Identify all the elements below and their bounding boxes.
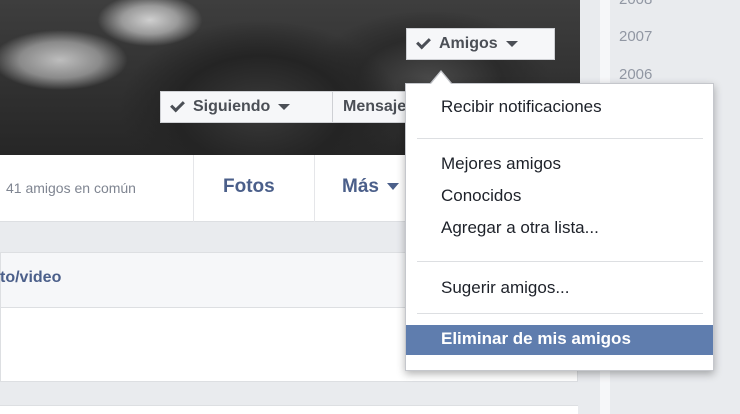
photo-video-link[interactable]: to/video <box>0 269 61 287</box>
following-button[interactable]: Siguiendo <box>160 91 333 123</box>
year-link[interactable]: 2006 <box>619 66 652 83</box>
menu-item-close-friends[interactable]: Mejores amigos <box>441 154 561 174</box>
menu-item-suggest-friends[interactable]: Sugerir amigos... <box>441 278 570 298</box>
check-icon <box>416 34 431 50</box>
tab-more-label: Más <box>342 176 379 197</box>
year-link[interactable]: 2008 <box>619 0 652 8</box>
feed-card-edge <box>0 405 578 414</box>
message-button-label: Mensaje <box>343 98 407 115</box>
chevron-down-icon <box>505 41 518 47</box>
tab-photos[interactable]: Fotos <box>223 176 275 198</box>
nav-divider <box>314 155 315 222</box>
menu-divider <box>417 138 703 139</box>
menu-item-acquaintances[interactable]: Conocidos <box>441 186 521 206</box>
menu-item-add-to-list[interactable]: Agregar a otra lista... <box>441 218 599 238</box>
friends-button-label: Amigos <box>439 35 498 52</box>
menu-pointer-fill <box>431 72 451 84</box>
message-button[interactable]: Mensaje <box>332 91 410 123</box>
following-button-label: Siguiendo <box>193 98 271 115</box>
nav-divider <box>193 155 194 222</box>
menu-divider <box>417 261 703 262</box>
menu-item-unfriend-label: Eliminar de mis amigos <box>441 329 631 348</box>
menu-divider <box>417 313 703 314</box>
menu-item-get-notifications[interactable]: Recibir notificaciones <box>441 97 602 117</box>
year-link[interactable]: 2007 <box>619 28 652 45</box>
chevron-down-icon <box>278 104 291 110</box>
mutual-friends-count[interactable]: 41 amigos en común <box>6 180 136 196</box>
friends-button[interactable]: Amigos <box>406 28 555 60</box>
chevron-down-icon <box>386 183 399 191</box>
check-icon <box>170 97 185 113</box>
tab-more[interactable]: Más <box>342 176 399 198</box>
